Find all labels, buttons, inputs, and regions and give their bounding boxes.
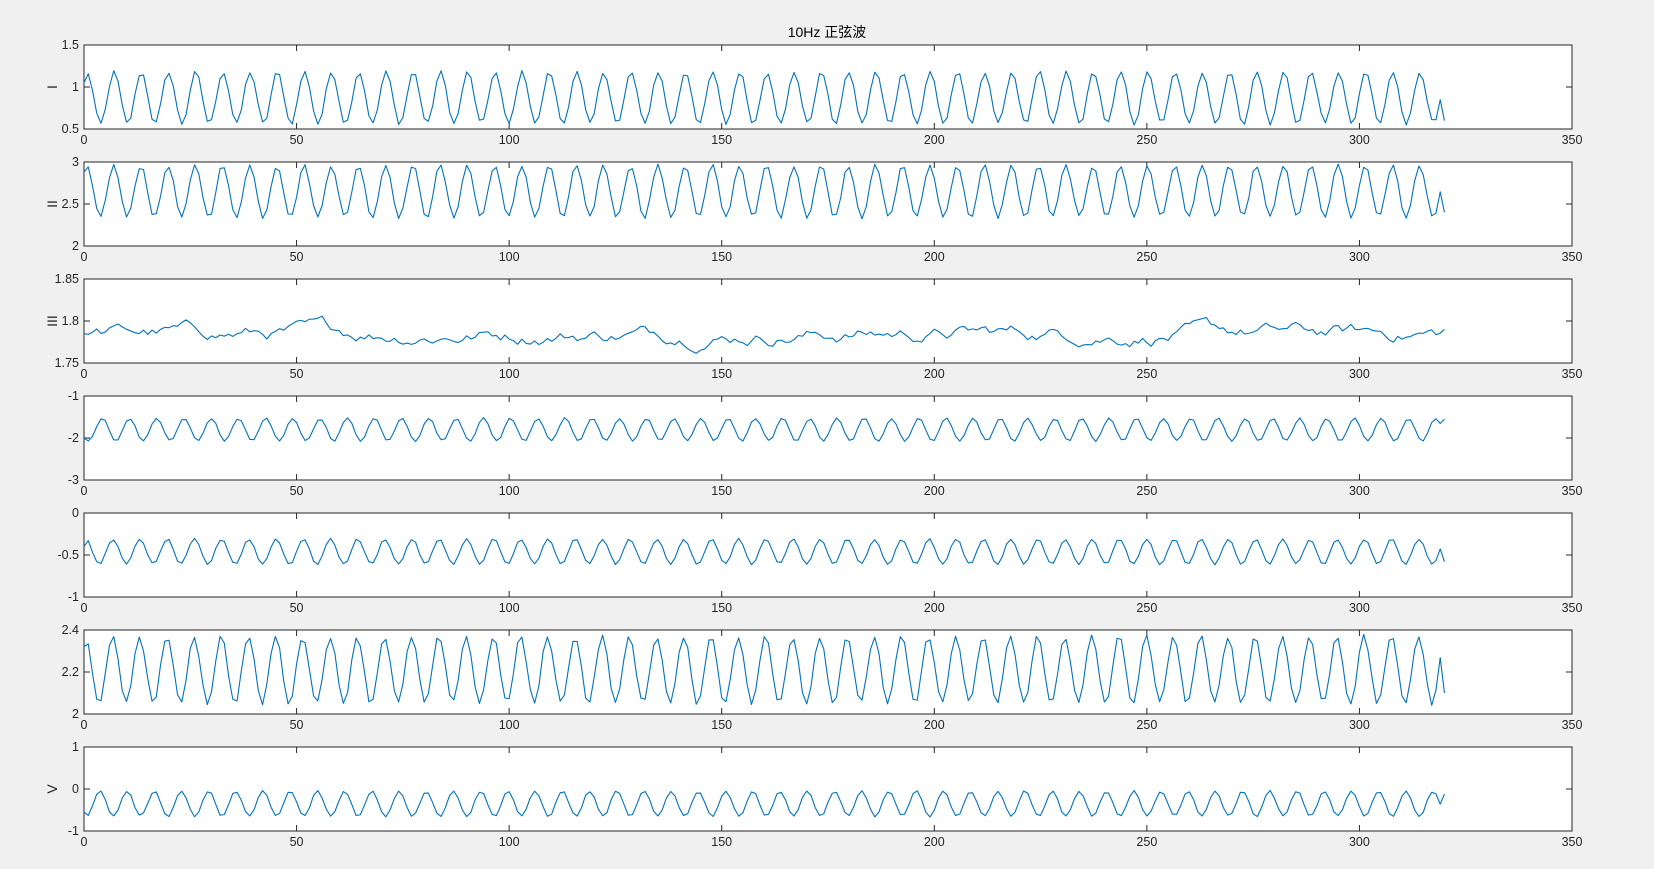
x-tick-label: 200 xyxy=(924,601,945,615)
x-tick-label: 100 xyxy=(499,718,520,732)
subplot-2: 0 50 100 150 200 250 300 350 2 2.5 3 II xyxy=(44,155,1582,264)
y-tick-label: 1.75 xyxy=(55,356,79,370)
x-tick-label: 50 xyxy=(290,835,304,849)
x-tick-label: 300 xyxy=(1349,133,1370,147)
subplot-7: 0 50 100 150 200 250 300 350-101V xyxy=(44,740,1582,849)
x-tick-label: 350 xyxy=(1562,835,1583,849)
x-tick-label: 350 xyxy=(1562,718,1583,732)
plot-area xyxy=(83,746,1573,832)
y-axis-label: I xyxy=(44,85,60,89)
plot-area xyxy=(83,44,1573,130)
x-tick-label: 350 xyxy=(1562,484,1583,498)
x-tick-label: 150 xyxy=(711,133,732,147)
x-tick-label: 0 xyxy=(81,484,88,498)
x-tick-label: 100 xyxy=(499,835,520,849)
x-tick-label: 300 xyxy=(1349,835,1370,849)
x-tick-label: 0 xyxy=(81,718,88,732)
x-tick-label: 50 xyxy=(290,601,304,615)
y-tick-label: 2 xyxy=(72,239,79,253)
x-tick-label: 150 xyxy=(711,718,732,732)
y-tick-label: 2.5 xyxy=(62,197,79,211)
y-axis-label: V xyxy=(44,784,60,794)
y-tick-label: 1.8 xyxy=(62,314,79,328)
y-tick-label: -1 xyxy=(68,389,79,403)
y-tick-label: 0 xyxy=(72,782,79,796)
y-tick-label: 0.5 xyxy=(62,122,79,136)
x-tick-label: 150 xyxy=(711,484,732,498)
x-tick-label: 100 xyxy=(499,133,520,147)
x-tick-label: 50 xyxy=(290,367,304,381)
x-tick-label: 0 xyxy=(81,367,88,381)
x-tick-label: 100 xyxy=(499,250,520,264)
x-tick-label: 250 xyxy=(1136,367,1157,381)
x-tick-label: 150 xyxy=(711,601,732,615)
y-tick-label: 1.85 xyxy=(55,272,79,286)
figure-title: 10Hz 正弦波 xyxy=(788,24,867,40)
x-tick-label: 50 xyxy=(290,718,304,732)
x-tick-label: 250 xyxy=(1136,718,1157,732)
y-tick-label: -3 xyxy=(68,473,79,487)
x-tick-label: 150 xyxy=(711,250,732,264)
y-axis-label: III xyxy=(44,315,60,327)
x-tick-label: 200 xyxy=(924,250,945,264)
x-tick-label: 300 xyxy=(1349,250,1370,264)
subplot-5: 0 50 100 150 200 250 300 350 -1 -0.5 0 xyxy=(57,506,1582,615)
x-tick-label: 0 xyxy=(81,835,88,849)
x-tick-label: 350 xyxy=(1562,601,1583,615)
x-tick-label: 0 xyxy=(81,601,88,615)
plot-area xyxy=(83,629,1573,715)
x-tick-label: 250 xyxy=(1136,601,1157,615)
x-tick-label: 250 xyxy=(1136,250,1157,264)
x-tick-label: 50 xyxy=(290,133,304,147)
y-tick-label: -0.5 xyxy=(57,548,79,562)
x-tick-label: 200 xyxy=(924,484,945,498)
y-tick-label: 0 xyxy=(72,506,79,520)
plot-area xyxy=(83,395,1573,481)
subplot-4: 0 50 100 150 200 250 300 350 -3 -2 -1 xyxy=(68,389,1583,498)
y-tick-label: 3 xyxy=(72,155,79,169)
y-tick-label: 1 xyxy=(72,740,79,754)
subplot-1: 0 50 100 150 200 250 300 350 0.5 1 1.5 I xyxy=(44,38,1582,147)
subplot-3: 0 50 100 150 200 250 300 350 1.75 1.8 1.85 III xyxy=(44,272,1582,381)
x-tick-label: 250 xyxy=(1136,484,1157,498)
x-tick-label: 200 xyxy=(924,718,945,732)
x-tick-label: 200 xyxy=(924,835,945,849)
x-tick-label: 100 xyxy=(499,601,520,615)
x-tick-label: 300 xyxy=(1349,367,1370,381)
y-tick-label: 2.4 xyxy=(62,623,79,637)
x-tick-label: 200 xyxy=(924,367,945,381)
x-tick-label: 100 xyxy=(499,367,520,381)
x-tick-label: 0 xyxy=(81,133,88,147)
y-tick-label: 2 xyxy=(72,707,79,721)
x-tick-label: 250 xyxy=(1136,133,1157,147)
x-tick-label: 0 xyxy=(81,250,88,264)
y-axis-label: II xyxy=(44,200,60,208)
y-tick-label: 1.5 xyxy=(62,38,79,52)
x-tick-label: 100 xyxy=(499,484,520,498)
x-tick-label: 200 xyxy=(924,133,945,147)
x-tick-label: 300 xyxy=(1349,484,1370,498)
x-tick-label: 50 xyxy=(290,484,304,498)
x-tick-label: 350 xyxy=(1562,367,1583,381)
x-tick-label: 300 xyxy=(1349,718,1370,732)
subplot-6: 0 50 100 150 200 250 300 350 2 2.2 2.4 xyxy=(62,623,1583,732)
subplots: 0 50 100 150 200 250 300 3500.511.5I0 50 100 150 20… xyxy=(44,38,1582,849)
x-tick-label: 150 xyxy=(711,835,732,849)
y-tick-label: 2.2 xyxy=(62,665,79,679)
x-tick-label: 50 xyxy=(290,250,304,264)
y-tick-label: 1 xyxy=(72,80,79,94)
y-tick-label: -1 xyxy=(68,824,79,838)
x-tick-label: 300 xyxy=(1349,601,1370,615)
x-tick-label: 250 xyxy=(1136,835,1157,849)
x-tick-label: 350 xyxy=(1562,133,1583,147)
y-tick-label: -2 xyxy=(68,431,79,445)
figure: 10Hz 正弦波 0 50 100 150 200 250 300 3500.511.5I0 5… xyxy=(44,24,1582,849)
x-tick-label: 350 xyxy=(1562,250,1583,264)
x-tick-label: 150 xyxy=(711,367,732,381)
y-tick-label: -1 xyxy=(68,590,79,604)
